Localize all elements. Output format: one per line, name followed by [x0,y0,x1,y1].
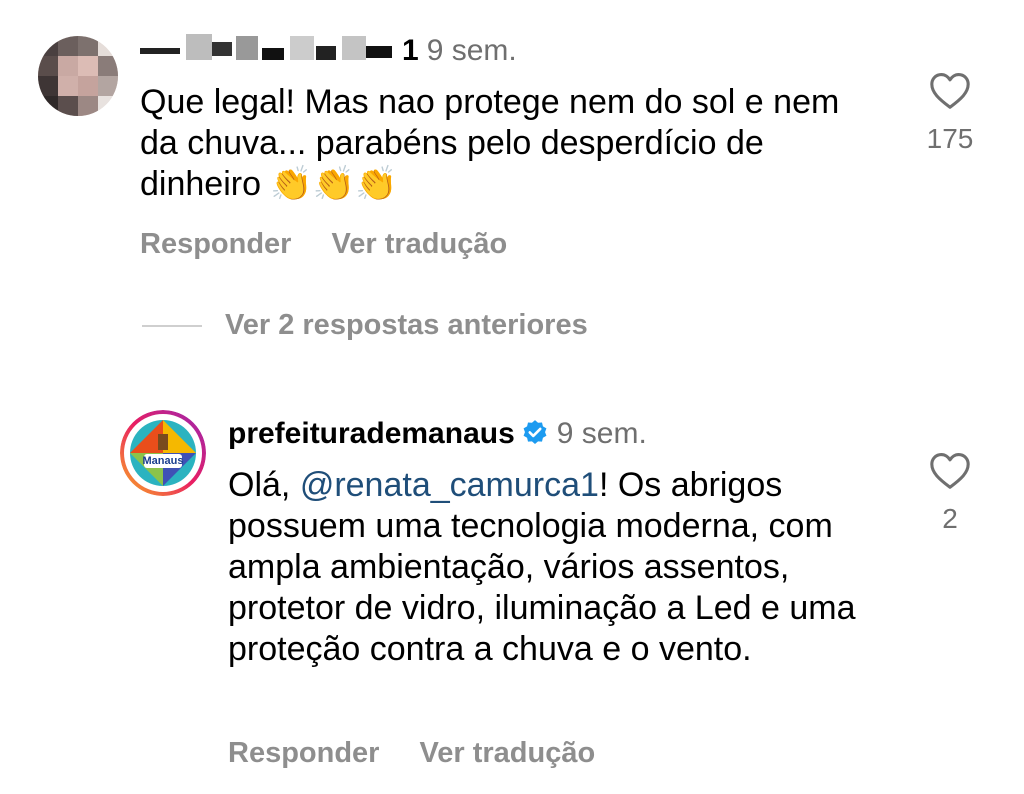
reply-button[interactable]: Responder [228,737,379,769]
mention-link[interactable]: @renata_camurca1 [300,466,599,504]
thread-divider [142,325,202,327]
comment-meta: prefeiturademanaus 9 sem. [228,417,647,455]
comment-time: 9 sem. [426,34,517,67]
heart-icon[interactable] [928,450,972,495]
censored-username[interactable] [140,34,402,70]
like-section: 2 [920,450,980,535]
censored-username-tail: 1 [402,34,419,67]
comment-actions: Responder Ver tradução [140,228,547,261]
avatar[interactable] [38,36,118,116]
like-count: 2 [942,503,958,534]
heart-icon[interactable] [928,70,972,115]
comment-meta: 19 sem. [140,34,517,70]
like-section: 175 [920,70,980,155]
comment-time: 9 sem. [556,417,647,450]
comment-actions: Responder Ver tradução [228,737,635,770]
avatar[interactable]: Manaus [120,410,206,496]
username-link[interactable]: prefeiturademanaus [228,417,515,450]
comment-text: Olá, @renata_camurca1! Os abrigos possue… [228,465,868,670]
like-count: 175 [926,123,974,154]
comment-text: Que legal! Mas nao protege nem do sol e … [140,83,840,203]
view-replies-button[interactable]: Ver 2 respostas anteriores [225,309,588,342]
verified-badge-icon [521,419,549,455]
translate-button[interactable]: Ver tradução [331,228,507,260]
reply-button[interactable]: Responder [140,228,291,260]
translate-button[interactable]: Ver tradução [419,737,595,769]
comment-text-prefix: Olá, [228,466,300,504]
avatar-label: Manaus [142,455,184,467]
